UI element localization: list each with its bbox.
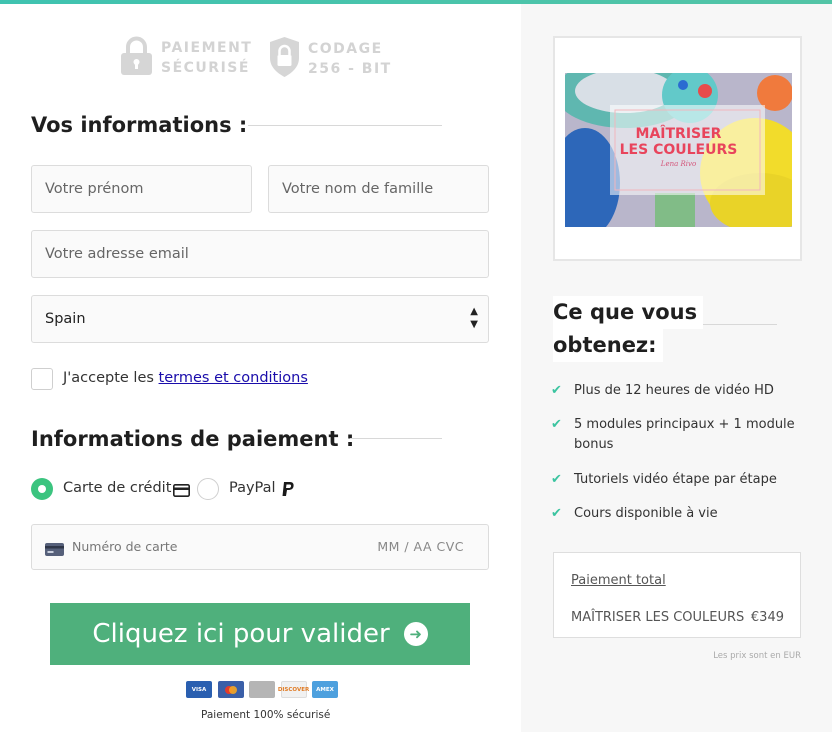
benefit-item: ✔ Plus de 12 heures de vidéo HD <box>551 381 774 401</box>
terms-prefix: J'accepte les <box>63 370 159 386</box>
order-total-box: Paiement total MAÎTRISER LES COULEURS €3… <box>553 552 801 638</box>
secure-payment-text: Paiement 100% sécurisé <box>201 709 331 721</box>
credit-card-option-label: Carte de crédit <box>63 480 172 496</box>
card-icon <box>45 541 64 560</box>
card-number-input[interactable]: Numéro de carte MM / AA CVC <box>31 524 489 570</box>
credit-card-icon <box>173 482 190 501</box>
payment-section-title: Informations de paiement : <box>31 427 355 451</box>
submit-button[interactable]: Cliquez ici pour valider ➜ <box>50 603 470 665</box>
product-card: MAÎTRISER LES COULEURS Lena Rivo <box>553 36 802 261</box>
paypal-radio[interactable] <box>197 478 219 500</box>
divider <box>350 438 442 439</box>
amex-logo: AMEX <box>312 681 338 698</box>
encryption-badge: CODAGE 256 - BIT <box>269 36 392 82</box>
select-arrows-icon: ▲ ▼ <box>470 306 478 330</box>
arrow-right-icon: ➜ <box>403 622 428 646</box>
product-image: MAÎTRISER LES COULEURS Lena Rivo <box>565 73 792 227</box>
generic-card-logo <box>249 681 275 698</box>
paypal-option-label: PayPal <box>229 480 276 496</box>
email-input[interactable]: Votre adresse email <box>31 230 489 278</box>
badge-line: PAIEMENT <box>161 40 253 56</box>
benefit-item: ✔ 5 modules principaux + 1 module bonus <box>551 415 801 455</box>
check-icon: ✔ <box>551 417 562 432</box>
currency-note: Les prix sont en EUR <box>713 651 801 661</box>
benefit-item: ✔ Tutoriels vidéo étape par étape <box>551 470 777 490</box>
check-icon: ✔ <box>551 383 562 398</box>
expiry-cvc-placeholder: MM / AA CVC <box>377 539 464 554</box>
benefits-title-line: Ce que vous <box>553 296 704 329</box>
benefit-item: ✔ Cours disponible à vie <box>551 504 718 524</box>
visa-logo: VISA <box>186 681 212 698</box>
benefits-title: Ce que vous obtenez: <box>553 296 783 362</box>
country-value: Spain <box>45 311 86 327</box>
product-title-line: LES COULEURS <box>619 142 738 158</box>
info-section-title: Vos informations : <box>31 113 248 137</box>
divider <box>248 125 442 126</box>
lock-icon <box>120 36 153 80</box>
benefits-title-line: obtenez: <box>553 329 663 362</box>
paypal-icon <box>281 481 295 501</box>
card-number-placeholder: Numéro de carte <box>72 539 178 554</box>
order-item-price: €349 <box>750 610 784 625</box>
first-name-input[interactable]: Votre prénom <box>31 165 252 213</box>
discover-logo: DISCOVER <box>278 681 309 698</box>
country-select[interactable]: Spain ▲ ▼ <box>31 295 489 343</box>
badge-line: 256 - BIT <box>308 61 392 77</box>
badge-line: CODAGE <box>308 41 383 57</box>
mastercard-logo <box>217 681 244 698</box>
submit-button-label: Cliquez ici pour valider <box>92 619 390 649</box>
last-name-input[interactable]: Votre nom de famille <box>268 165 489 213</box>
product-title-line: MAÎTRISER <box>635 126 722 142</box>
shield-lock-icon <box>269 36 300 82</box>
email-placeholder: Votre adresse email <box>45 246 189 262</box>
first-name-placeholder: Votre prénom <box>45 181 144 197</box>
terms-link[interactable]: termes et conditions <box>159 370 308 386</box>
terms-checkbox[interactable] <box>31 368 53 390</box>
terms-label: J'accepte les termes et conditions <box>63 370 308 386</box>
card-logos: VISA DISCOVER AMEX <box>186 681 344 698</box>
check-icon: ✔ <box>551 506 562 521</box>
order-item-name: MAÎTRISER LES COULEURS <box>571 610 745 625</box>
credit-card-radio[interactable] <box>31 478 53 500</box>
last-name-placeholder: Votre nom de famille <box>282 181 434 197</box>
total-label: Paiement total <box>571 573 666 588</box>
secure-payment-badge: PAIEMENT SÉCURISÉ <box>120 36 252 80</box>
check-icon: ✔ <box>551 472 562 487</box>
product-signature: Lena Rivo <box>660 160 697 168</box>
badge-line: SÉCURISÉ <box>161 60 250 76</box>
